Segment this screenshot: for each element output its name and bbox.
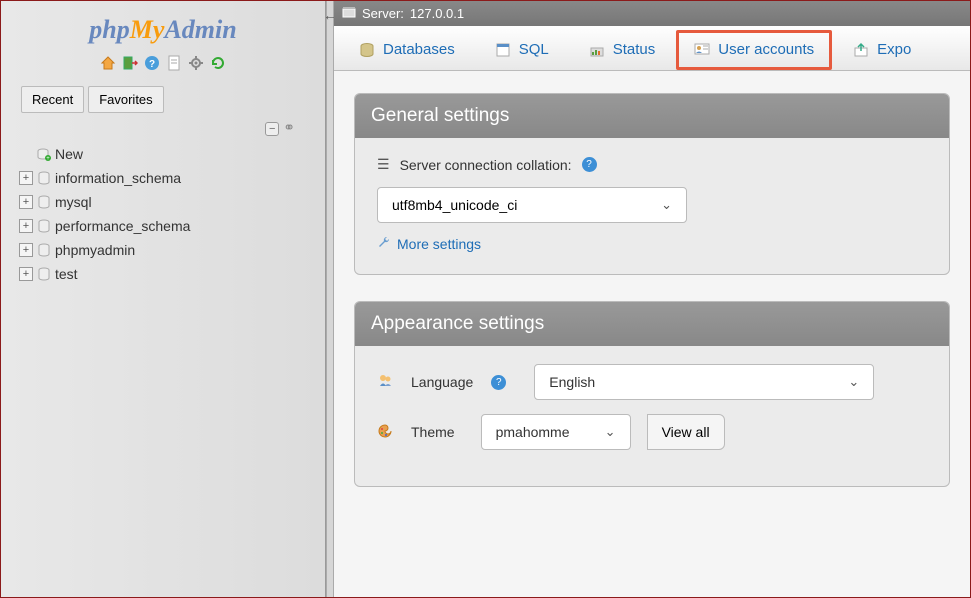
nav-label: Databases: [383, 41, 455, 58]
sql-doc-icon[interactable]: [166, 55, 182, 76]
theme-select[interactable]: pmahomme ⌄: [481, 414, 631, 450]
panel-general-settings: General settings ☰ Server connection col…: [354, 93, 950, 275]
collation-label: Server connection collation:: [400, 157, 572, 173]
wrench-icon: [377, 235, 391, 252]
more-settings-label: More settings: [397, 236, 481, 252]
database-icon: [37, 243, 51, 257]
user-accounts-icon: [694, 41, 710, 57]
logo-php: php: [89, 15, 129, 44]
sidebar: phpMyAdmin ? Recent Favorites − ⚭: [1, 1, 326, 597]
theme-value: pmahomme: [496, 424, 570, 440]
nav-label: SQL: [519, 41, 549, 58]
tree-label: phpmyadmin: [55, 242, 135, 258]
language-label: Language: [411, 374, 473, 390]
main-area: Server: 127.0.0.1 Databases SQL Status U…: [334, 1, 970, 597]
server-icon: [342, 5, 356, 22]
tree-new-database[interactable]: + New: [19, 142, 315, 166]
expand-icon[interactable]: +: [19, 267, 33, 281]
collation-icon: ☰: [377, 156, 390, 173]
help-icon[interactable]: ?: [491, 375, 506, 390]
home-icon[interactable]: [100, 55, 116, 76]
nav-databases[interactable]: Databases: [340, 30, 474, 70]
gear-icon[interactable]: [188, 55, 204, 76]
theme-icon: [377, 423, 393, 442]
tree-label-new: New: [55, 146, 83, 162]
tree-label: performance_schema: [55, 218, 190, 234]
collation-select[interactable]: utf8mb4_unicode_ci ⌄: [377, 187, 687, 223]
server-label: Server:: [362, 6, 404, 21]
database-icon: [37, 267, 51, 281]
nav-sql[interactable]: SQL: [476, 30, 568, 70]
chevron-down-icon: ⌄: [661, 197, 672, 213]
nav-export[interactable]: Expo: [834, 30, 930, 70]
expand-icon[interactable]: +: [19, 219, 33, 233]
tree-controls: − ⚭: [1, 117, 325, 142]
database-icon: [37, 171, 51, 185]
logo-admin: Admin: [164, 15, 236, 44]
sql-icon: [495, 42, 511, 58]
logo-my: My: [130, 15, 165, 44]
database-tree: + New + information_schema + mysql + per…: [1, 142, 325, 286]
tree-db-performance-schema[interactable]: + performance_schema: [19, 214, 315, 238]
language-select[interactable]: English ⌄: [534, 364, 874, 400]
database-icon: [37, 219, 51, 233]
tab-favorites[interactable]: Favorites: [88, 86, 163, 113]
status-icon: [589, 42, 605, 58]
help-icon[interactable]: ?: [144, 55, 160, 76]
more-settings-link[interactable]: More settings: [377, 235, 927, 252]
databases-icon: [359, 42, 375, 58]
tree-db-phpmyadmin[interactable]: + phpmyadmin: [19, 238, 315, 262]
database-icon: [37, 195, 51, 209]
top-nav: Databases SQL Status User accounts Expo: [334, 26, 970, 71]
help-icon[interactable]: ?: [582, 157, 597, 172]
svg-text:+: +: [46, 156, 50, 161]
view-all-themes-button[interactable]: View all: [647, 414, 725, 450]
sidebar-tabs: Recent Favorites: [1, 86, 325, 117]
expand-icon[interactable]: +: [19, 243, 33, 257]
nav-label: Expo: [877, 41, 911, 58]
theme-label: Theme: [411, 424, 455, 440]
chevron-down-icon: ⌄: [848, 374, 859, 390]
tree-db-information-schema[interactable]: + information_schema: [19, 166, 315, 190]
expand-icon[interactable]: +: [19, 171, 33, 185]
collation-value: utf8mb4_unicode_ci: [392, 197, 517, 213]
svg-text:?: ?: [149, 59, 155, 70]
panel-resize-handle[interactable]: ←: [326, 1, 334, 597]
tree-label: mysql: [55, 194, 92, 210]
sidebar-toolbar: ?: [1, 55, 325, 86]
tree-label: test: [55, 266, 78, 282]
server-bar: Server: 127.0.0.1: [334, 1, 970, 26]
panel-title-appearance: Appearance settings: [355, 302, 949, 346]
tree-db-test[interactable]: + test: [19, 262, 315, 286]
tree-label: information_schema: [55, 170, 181, 186]
phpmyadmin-logo[interactable]: phpMyAdmin: [1, 9, 325, 55]
content-area: General settings ☰ Server connection col…: [334, 71, 970, 535]
new-database-icon: +: [37, 147, 51, 161]
link-icon[interactable]: ⚭: [283, 119, 295, 135]
nav-user-accounts[interactable]: User accounts: [676, 30, 832, 70]
nav-status[interactable]: Status: [570, 30, 675, 70]
reload-icon[interactable]: [210, 55, 226, 76]
language-value: English: [549, 374, 595, 390]
language-icon: [377, 373, 393, 392]
panel-appearance-settings: Appearance settings Language ? English ⌄: [354, 301, 950, 487]
tree-db-mysql[interactable]: + mysql: [19, 190, 315, 214]
chevron-down-icon: ⌄: [605, 424, 616, 440]
nav-label: Status: [613, 41, 656, 58]
expand-icon[interactable]: +: [19, 195, 33, 209]
collapse-all-icon[interactable]: −: [265, 122, 279, 136]
exit-icon[interactable]: [122, 55, 138, 76]
panel-title-general: General settings: [355, 94, 949, 138]
export-icon: [853, 42, 869, 58]
server-host: 127.0.0.1: [410, 6, 464, 21]
nav-label: User accounts: [718, 41, 814, 58]
tab-recent[interactable]: Recent: [21, 86, 84, 113]
